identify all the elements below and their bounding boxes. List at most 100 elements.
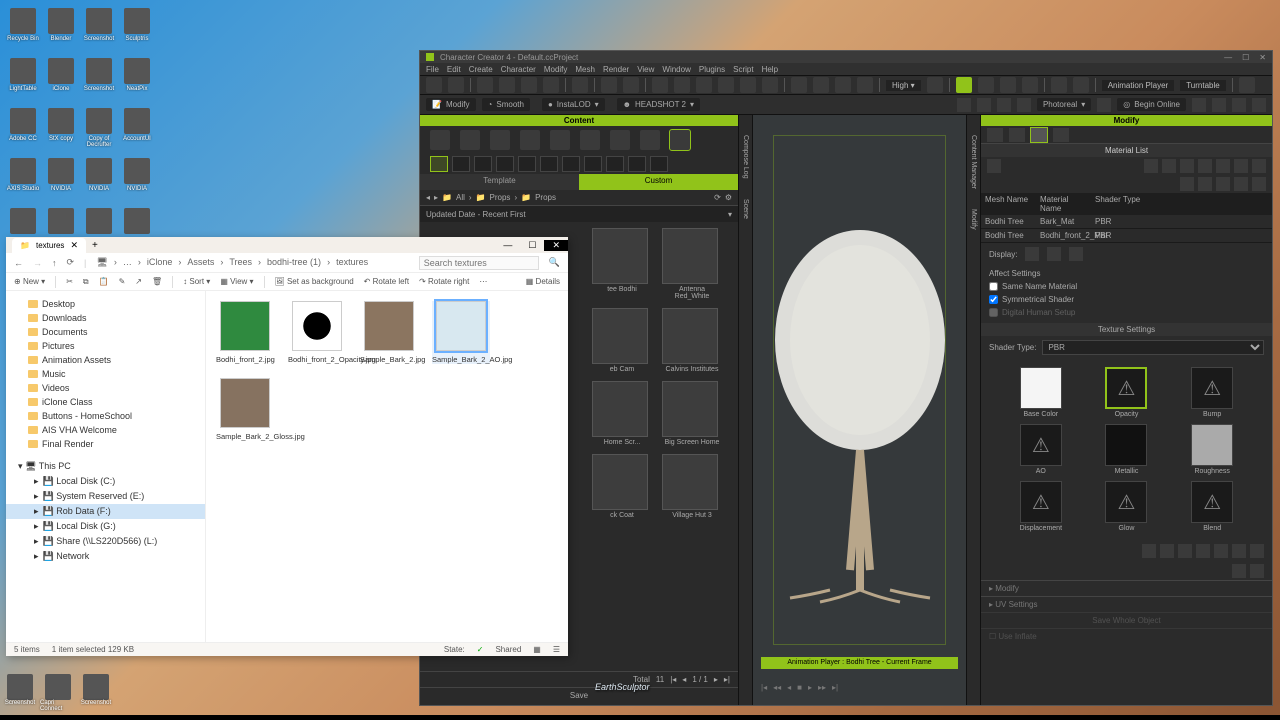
share-icon[interactable]: ↗ <box>135 277 142 286</box>
tool-icon[interactable] <box>1022 77 1038 93</box>
stop-icon[interactable]: ■ <box>797 683 802 692</box>
tool-icon[interactable] <box>835 77 851 93</box>
view-icon[interactable] <box>977 98 991 112</box>
content-item[interactable]: Village Hut 3 <box>662 454 722 519</box>
sidebar-drive[interactable]: ▸ 💾 Local Disk (G:) <box>6 519 205 534</box>
forward-icon[interactable]: → <box>33 258 42 268</box>
desktop-icon[interactable]: NVIDIA <box>118 158 156 208</box>
explorer-tab[interactable]: 📁 textures ✕ <box>12 238 86 253</box>
tool-icon[interactable] <box>978 77 994 93</box>
col-mesh[interactable]: Mesh Name <box>981 193 1036 215</box>
slot[interactable] <box>474 156 492 172</box>
desktop-icon[interactable]: AccountUI <box>118 108 156 158</box>
copy-icon[interactable]: ⧉ <box>83 277 89 287</box>
cat-icon[interactable] <box>580 130 600 150</box>
view-icon[interactable] <box>1232 98 1246 112</box>
desktop-icon[interactable]: Adobe CC <box>4 108 42 158</box>
search-input[interactable] <box>419 256 539 270</box>
taskbar-icon[interactable]: Screenshot <box>2 674 38 712</box>
tex-tool[interactable] <box>1250 544 1264 558</box>
slot[interactable] <box>540 156 558 172</box>
sidebar-drive[interactable]: ▸ 💾 Local Disk (C:) <box>6 474 205 489</box>
texture-slot-glow[interactable]: ⚠Glow <box>1087 481 1167 532</box>
sort-button[interactable]: ↕ Sort ▾ <box>183 277 210 286</box>
photoreal-btn[interactable]: Photoreal ▾ <box>1037 98 1091 111</box>
modify-btn[interactable]: 📝 Modify <box>426 98 476 111</box>
sidebar-item[interactable]: Videos <box>6 381 205 395</box>
back-icon[interactable]: ← <box>14 258 23 268</box>
content-item[interactable]: ck Coat <box>592 454 652 519</box>
texture-slot-bump[interactable]: ⚠Bump <box>1172 367 1252 418</box>
col-material[interactable]: Material Name <box>1036 193 1091 215</box>
slot[interactable] <box>562 156 580 172</box>
display-mode[interactable] <box>1025 247 1039 261</box>
matlist-tool[interactable] <box>1198 159 1212 173</box>
maximize-icon[interactable]: ☐ <box>1242 53 1249 62</box>
menu-character[interactable]: Character <box>501 65 536 74</box>
view-icon[interactable]: ☰ <box>553 645 560 654</box>
play-end-icon[interactable]: ▸| <box>832 683 838 692</box>
tex-tool[interactable] <box>1214 544 1228 558</box>
view-icon[interactable] <box>957 98 971 112</box>
desktop-icon[interactable]: LightTable <box>4 58 42 108</box>
tool-icon[interactable] <box>1239 77 1255 93</box>
anim-player-bar[interactable]: Animation Player : Bodhi Tree - Current … <box>761 657 958 669</box>
view-icon[interactable] <box>1017 98 1031 112</box>
texture-slot-displacement[interactable]: ⚠Displacement <box>1001 481 1081 532</box>
section-inflate[interactable]: ☐ Use Inflate <box>981 628 1272 644</box>
file-thumb[interactable]: Bodhi_front_2_Opacity.jpg <box>288 301 346 364</box>
play-icon[interactable]: ◂ <box>787 683 791 692</box>
display-mode[interactable] <box>1069 247 1083 261</box>
chk-same-name[interactable]: Same Name Material <box>989 280 1264 293</box>
sidebar-item[interactable]: Final Render <box>6 437 205 451</box>
matlist-tool[interactable] <box>1216 159 1230 173</box>
texture-slot-ao[interactable]: ⚠AO <box>1001 424 1081 475</box>
view-icon[interactable] <box>1192 98 1206 112</box>
desktop-icon[interactable]: NeatPix <box>118 58 156 108</box>
sidebar-item[interactable]: Animation Assets <box>6 353 205 367</box>
cat-icon[interactable] <box>430 130 450 150</box>
matlist-tool[interactable] <box>1180 159 1194 173</box>
sidebar-item[interactable]: Downloads <box>6 311 205 325</box>
desktop-icon[interactable]: NVIDIA <box>42 158 80 208</box>
minimize-icon[interactable]: — <box>495 240 520 250</box>
rotate-icon[interactable] <box>696 77 712 93</box>
breadcrumb[interactable]: 🖥› …› iClone› Assets› Trees› bodhi-tree … <box>96 257 408 268</box>
cat-icon[interactable] <box>550 130 570 150</box>
refresh-icon[interactable]: ⟳ <box>67 257 75 268</box>
cat-icon[interactable] <box>460 130 480 150</box>
tool-icon[interactable] <box>499 77 515 93</box>
desktop-icon[interactable]: Blender <box>42 8 80 58</box>
close-tab-icon[interactable]: ✕ <box>70 240 78 251</box>
slot[interactable] <box>452 156 470 172</box>
slot[interactable] <box>628 156 646 172</box>
gear-icon[interactable]: ⚙ <box>725 193 732 202</box>
close-icon[interactable]: ✕ <box>544 240 568 251</box>
menu-render[interactable]: Render <box>603 65 629 74</box>
section-uv[interactable]: ▸ UV Settings <box>981 596 1272 612</box>
play-icon[interactable]: ▸ <box>808 683 812 692</box>
slot[interactable] <box>430 156 448 172</box>
content-item[interactable]: eb Cam <box>592 308 652 373</box>
texture-slot-blend[interactable]: ⚠Blend <box>1172 481 1252 532</box>
menu-mesh[interactable]: Mesh <box>575 65 595 74</box>
cat-icon[interactable] <box>670 130 690 150</box>
content-item[interactable]: Calvins Institutes <box>662 308 722 373</box>
prev-page-icon[interactable]: ◂ <box>682 675 686 684</box>
paste-icon[interactable]: 📋 <box>99 277 109 286</box>
tex-tool[interactable] <box>1250 564 1264 578</box>
tool-icon[interactable] <box>543 77 559 93</box>
smooth-btn[interactable]: ◔ Smooth <box>482 98 530 111</box>
content-item[interactable]: tee Bodhi <box>592 228 652 300</box>
matlist-tool[interactable] <box>987 159 1001 173</box>
redo-icon[interactable] <box>623 77 639 93</box>
desktop-icon[interactable]: Screenshot <box>80 58 118 108</box>
content-item[interactable]: Big Screen Home <box>662 381 722 446</box>
material-row[interactable]: Bodhi Tree Bodhi_front_2_Mat PBR <box>981 229 1272 243</box>
tex-tool[interactable] <box>1232 564 1246 578</box>
desktop-icon[interactable]: StX copy <box>42 108 80 158</box>
desktop-icon[interactable]: iClone <box>42 58 80 108</box>
minimize-icon[interactable]: — <box>1224 53 1232 62</box>
rotate-left-button[interactable]: ↶ Rotate left <box>364 277 409 286</box>
content-item[interactable]: Home Scr... <box>592 381 652 446</box>
